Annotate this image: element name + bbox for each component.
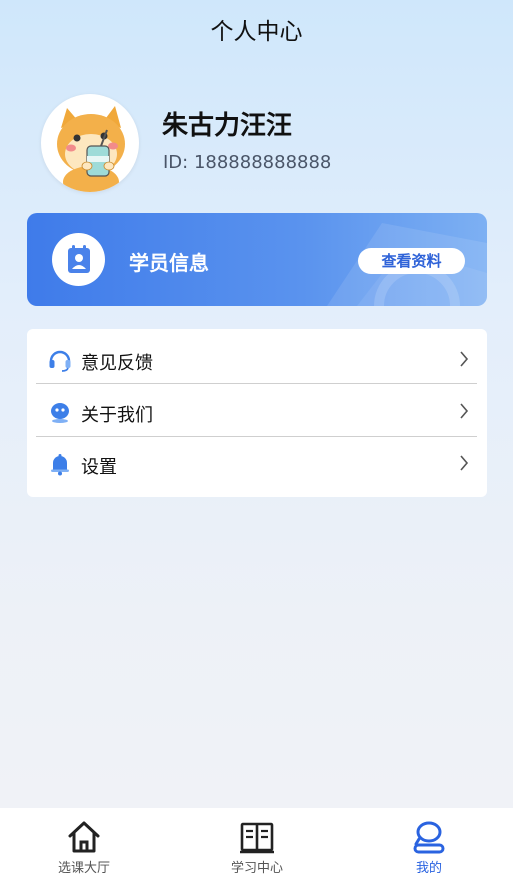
menu-item-feedback[interactable]: 意见反馈 (36, 332, 477, 385)
bell-icon (51, 454, 69, 476)
menu-item-about-us[interactable]: 关于我们 (36, 384, 477, 437)
page-title: 个人中心 (210, 19, 303, 45)
menu-item-label: 关于我们 (81, 405, 153, 426)
student-info-title: 学员信息 (129, 251, 209, 275)
tab-study-center[interactable]: 学习中心 (197, 808, 317, 879)
chevron-right-icon (460, 455, 469, 471)
menu-item-settings[interactable]: 设置 (36, 436, 477, 489)
tab-label: 我的 (415, 861, 442, 876)
student-info-card[interactable]: 学员信息 查看资料 (27, 213, 487, 306)
user-name: 朱古力汪汪 (162, 111, 293, 141)
settings-menu: 意见反馈 关于我们 设置 (27, 329, 487, 497)
view-profile-button[interactable]: 查看资料 (358, 248, 465, 274)
tab-course-hall[interactable]: 选课大厅 (24, 808, 144, 879)
tab-label: 选课大厅 (57, 861, 110, 876)
user-id: ID: 188888888888 (163, 152, 332, 173)
robot-icon (51, 403, 69, 423)
tab-label: 学习中心 (230, 861, 283, 876)
book-icon (240, 822, 274, 854)
chevron-right-icon (460, 403, 469, 419)
tab-mine[interactable]: 我的 (369, 808, 489, 879)
shiba-dog-avatar-icon (43, 96, 137, 192)
profile-icon (413, 821, 445, 854)
contact-card-icon (52, 233, 105, 286)
bottom-tab-bar: 选课大厅 学习中心 我的 (0, 808, 513, 879)
menu-item-label: 设置 (81, 457, 117, 478)
home-icon (68, 821, 100, 853)
headset-icon (49, 350, 71, 372)
chevron-right-icon (460, 351, 469, 367)
avatar[interactable] (41, 94, 139, 192)
menu-item-label: 意见反馈 (81, 353, 153, 374)
